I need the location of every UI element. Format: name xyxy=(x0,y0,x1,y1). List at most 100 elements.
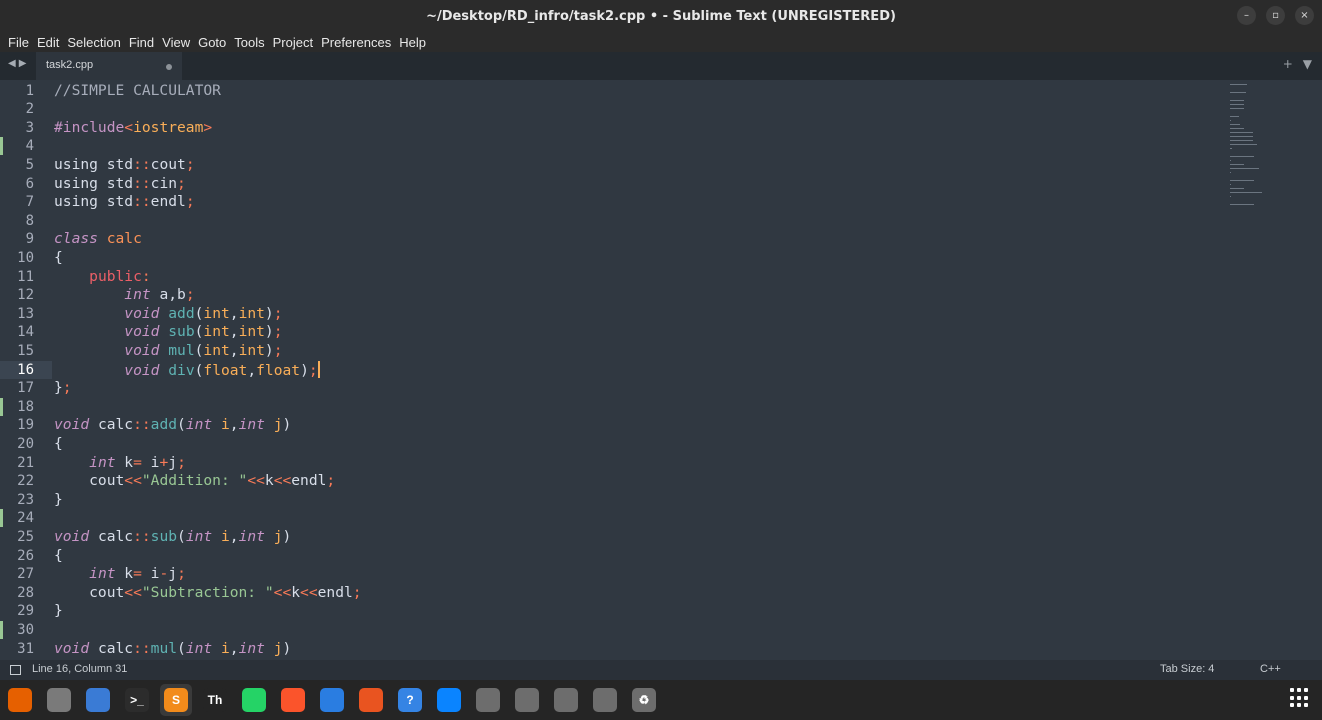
dock-app[interactable] xyxy=(4,684,36,716)
menu-edit[interactable]: Edit xyxy=(33,35,63,50)
code-text[interactable]: { xyxy=(54,435,63,454)
code-text[interactable]: } xyxy=(54,602,63,621)
dock-app[interactable] xyxy=(43,684,75,716)
code-line[interactable]: 28 cout<<"Subtraction: "<<k<<endl; xyxy=(0,584,1230,603)
code-text[interactable]: cout<<"Subtraction: "<<k<<endl; xyxy=(54,584,361,603)
dock-app[interactable] xyxy=(550,684,582,716)
code-text[interactable]: void mul(int,int); xyxy=(54,342,282,361)
code-line[interactable]: 15 void mul(int,int); xyxy=(0,342,1230,361)
code-text[interactable]: } xyxy=(54,491,63,510)
code-text[interactable]: void calc::mul(int i,int j) xyxy=(54,640,291,659)
code-line[interactable]: 16 void div(float,float); xyxy=(0,360,1230,381)
code-line[interactable]: 11 public: xyxy=(0,268,1230,287)
tab-size[interactable]: Tab Size: 4 xyxy=(1160,663,1214,675)
tab-list-chevron-icon[interactable]: ▼ xyxy=(1303,57,1312,71)
dock-app[interactable]: S xyxy=(160,684,192,716)
code-line[interactable]: 4 xyxy=(0,137,1230,156)
tab-nav-arrows-icon[interactable]: ◀▶ xyxy=(8,58,29,69)
code-line[interactable]: 6 using std::cin; xyxy=(0,175,1230,194)
code-text[interactable]: public: xyxy=(54,268,151,287)
dock-app[interactable] xyxy=(472,684,504,716)
code-text[interactable]: cout<<"Addition: "<<k<<endl; xyxy=(54,472,335,491)
menu-find[interactable]: Find xyxy=(125,35,158,50)
menu-project[interactable]: Project xyxy=(269,35,317,50)
code-line[interactable]: 13 void add(int,int); xyxy=(0,305,1230,324)
code-line[interactable]: 2 xyxy=(0,100,1230,119)
code-token: j xyxy=(168,565,178,583)
code-line[interactable]: 26 { xyxy=(0,547,1230,566)
dock-app[interactable]: ♻ xyxy=(628,684,660,716)
code-line[interactable]: 23} xyxy=(0,491,1230,510)
dock-app[interactable] xyxy=(355,684,387,716)
code-text[interactable]: int k= i+j; xyxy=(54,454,186,473)
code-text[interactable]: { xyxy=(54,547,63,566)
minimize-icon[interactable]: – xyxy=(1237,6,1256,25)
dock-app[interactable] xyxy=(277,684,309,716)
menu-preferences[interactable]: Preferences xyxy=(317,35,395,50)
dock-app[interactable] xyxy=(433,684,465,716)
code-line[interactable]: 27 int k= i-j; xyxy=(0,565,1230,584)
line-number: 7 xyxy=(25,194,34,211)
dock-app[interactable]: Th xyxy=(199,684,231,716)
code-text[interactable]: int k= i-j; xyxy=(54,565,186,584)
code-text[interactable]: void add(int,int); xyxy=(54,305,282,324)
code-line[interactable]: 25 void calc::sub(int i,int j) xyxy=(0,528,1230,547)
code-text[interactable]: void calc::sub(int i,int j) xyxy=(54,528,291,547)
menu-help[interactable]: Help xyxy=(395,35,430,50)
menu-goto[interactable]: Goto xyxy=(194,35,230,50)
code-line[interactable]: 14 void sub(int,int); xyxy=(0,323,1230,342)
code-text[interactable]: //SIMPLE CALCULATOR xyxy=(54,82,221,101)
code-line[interactable]: 22 cout<<"Addition: "<<k<<endl; xyxy=(0,472,1230,491)
cursor-position[interactable]: Line 16, Column 31 xyxy=(32,663,127,675)
code-line[interactable]: 17}; xyxy=(0,379,1230,398)
menu-selection[interactable]: Selection xyxy=(63,35,124,50)
code-text[interactable]: { xyxy=(54,249,63,268)
menu-tools[interactable]: Tools xyxy=(230,35,268,50)
code-line[interactable]: 20 { xyxy=(0,435,1230,454)
code-text[interactable]: #include<iostream> xyxy=(54,119,212,138)
menu-file[interactable]: File xyxy=(4,35,33,50)
code-text[interactable]: int a,b; xyxy=(54,286,194,305)
code-text[interactable]: void sub(int,int); xyxy=(54,323,282,342)
code-line[interactable]: 8 xyxy=(0,212,1230,231)
code-line[interactable]: 31 void calc::mul(int i,int j) xyxy=(0,640,1230,659)
syntax-mode[interactable]: C++ xyxy=(1260,663,1281,675)
code-text[interactable]: using std::cout; xyxy=(54,156,195,175)
code-text[interactable]: void calc::add(int i,int j) xyxy=(54,416,291,435)
dock-app[interactable] xyxy=(511,684,543,716)
code-line[interactable]: 5 using std::cout; xyxy=(0,156,1230,175)
code-line[interactable]: 18 xyxy=(0,397,1230,417)
code-text[interactable]: using std::endl; xyxy=(54,193,195,212)
code-text[interactable]: void div(float,float); xyxy=(54,360,320,381)
code-line[interactable]: 9 class calc xyxy=(0,230,1230,249)
show-apps-grid-icon[interactable] xyxy=(1290,688,1310,708)
tab-task2-cpp[interactable]: task2.cpp xyxy=(36,52,182,80)
new-tab-icon[interactable]: + xyxy=(1283,57,1293,71)
code-text[interactable]: class calc xyxy=(54,230,142,249)
panel-toggle-icon[interactable] xyxy=(10,665,21,675)
dock-app[interactable]: ? xyxy=(394,684,426,716)
dock-app[interactable] xyxy=(316,684,348,716)
code-line[interactable]: 12 int a,b; xyxy=(0,286,1230,305)
maximize-icon[interactable]: ▫ xyxy=(1266,6,1285,25)
code-line[interactable]: 1 //SIMPLE CALCULATOR xyxy=(0,82,1230,101)
minimap[interactable] xyxy=(1230,80,1270,220)
code-line[interactable]: 19 void calc::add(int i,int j) xyxy=(0,416,1230,435)
menu-view[interactable]: View xyxy=(158,35,194,50)
code-line[interactable]: 10 { xyxy=(0,249,1230,268)
code-line[interactable]: 24 xyxy=(0,509,1230,528)
code-line[interactable]: 7 using std::endl; xyxy=(0,193,1230,212)
dock-app[interactable] xyxy=(82,684,114,716)
close-icon[interactable]: × xyxy=(1295,6,1314,25)
code-text[interactable]: }; xyxy=(54,379,72,398)
unsaved-dot-icon[interactable] xyxy=(166,64,172,70)
dock-app[interactable] xyxy=(238,684,270,716)
dock-app[interactable] xyxy=(589,684,621,716)
code-line[interactable]: 21 int k= i+j; xyxy=(0,454,1230,473)
code-line[interactable]: 30 xyxy=(0,620,1230,640)
code-line[interactable]: 29} xyxy=(0,602,1230,621)
code-line[interactable]: 3 #include<iostream> xyxy=(0,119,1230,138)
code-text[interactable]: using std::cin; xyxy=(54,175,186,194)
dock-app[interactable]: >_ xyxy=(121,684,153,716)
code-editor[interactable]: 1 //SIMPLE CALCULATOR 2 3 #include<iostream>… xyxy=(0,80,1322,660)
